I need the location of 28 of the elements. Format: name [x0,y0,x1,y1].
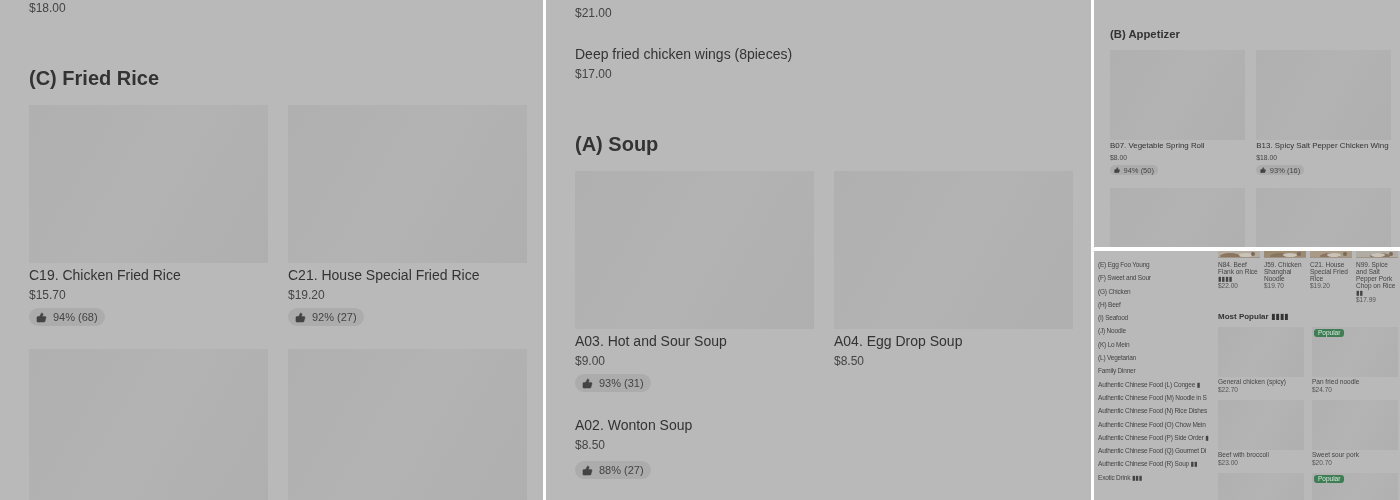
rating-badge: 88% (27) [575,461,651,479]
thumbs-up-icon [582,377,593,389]
item-price: $8.50 [575,437,606,453]
rating-badge: 92% (27) [288,308,364,326]
section-heading: Most Popular ▮▮▮▮ [1218,312,1289,322]
item-name[interactable]: C21. House Special Fried Rice [288,266,480,284]
item-price: $17.00 [575,66,612,82]
thumbs-up-icon [295,311,306,323]
item-name[interactable]: A03. Hot and Sour Soup [575,332,727,350]
item-price: $19.20 [288,287,325,303]
item-price: $9.00 [575,353,606,369]
item-name[interactable]: C19. Chicken Fried Rice [29,266,181,284]
section-heading: (B) Appetizer [1110,28,1180,42]
item-price: $21.00 [575,5,612,21]
rating-badge: 94% (68) [29,308,105,326]
item-price: $18.00 [29,0,66,16]
section-heading: (A) Soup [575,132,659,156]
item-name[interactable]: Deep fried chicken wings (8pieces) [575,45,793,63]
item-name[interactable]: A02. Wonton Soup [575,416,693,434]
thumbs-up-icon [582,464,593,476]
item-price: $8.50 [834,353,865,369]
item-price: $15.70 [29,287,66,303]
rating-badge: 93% (31) [575,374,651,392]
thumbs-up-icon [1113,166,1121,174]
thumbs-up-icon [1260,166,1267,174]
thumbs-up-icon [36,311,47,323]
section-heading: (C) Fried Rice [29,66,160,90]
item-name[interactable]: A04. Egg Drop Soup [834,332,963,350]
